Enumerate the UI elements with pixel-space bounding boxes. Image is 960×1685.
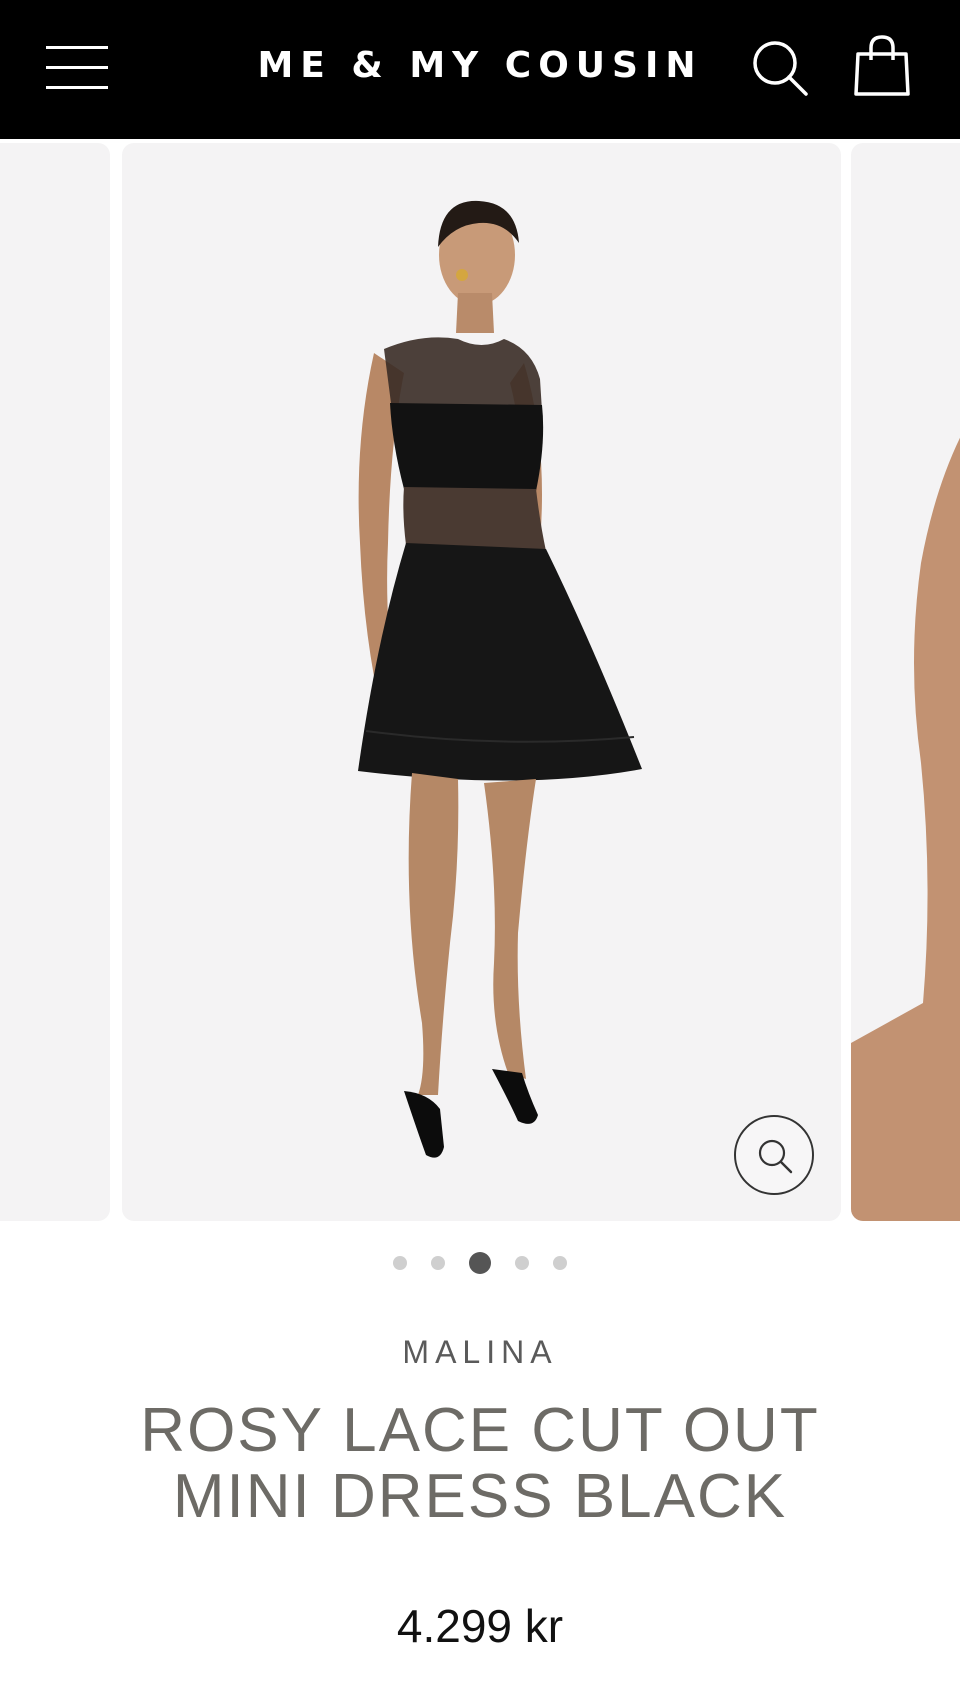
shopping-bag-icon (854, 35, 910, 96)
carousel-dot-4[interactable] (515, 1256, 529, 1270)
carousel-pagination (0, 1252, 960, 1276)
site-header: ME & MY COUSIN (0, 0, 960, 139)
next-image-preview (851, 437, 960, 1221)
search-button[interactable] (750, 38, 810, 98)
next-slide[interactable] (851, 143, 960, 1221)
menu-button[interactable] (46, 44, 110, 92)
previous-slide[interactable] (0, 143, 110, 1221)
search-icon (753, 41, 808, 96)
cart-button[interactable] (852, 34, 912, 98)
product-image[interactable] (122, 143, 841, 1221)
store-logo[interactable]: ME & MY COUSIN (250, 42, 710, 90)
carousel-dot-1[interactable] (393, 1256, 407, 1270)
product-brand[interactable]: MALINA (0, 1332, 960, 1372)
carousel-dot-2[interactable] (431, 1256, 445, 1270)
product-title: ROSY LACE CUT OUT MINI DRESS BLACK (140, 1396, 820, 1531)
product-price: 4.299 kr (396, 1600, 564, 1652)
product-page: ME & MY COUSIN MALINA ROSY LACE CUT OUT … (0, 0, 960, 1685)
carousel-dot-3-active[interactable] (469, 1252, 491, 1274)
zoom-icon (758, 1139, 793, 1174)
product-image-carousel[interactable] (0, 139, 960, 1222)
model-wearing-dress-image (358, 200, 642, 1158)
carousel-dot-5[interactable] (553, 1256, 567, 1270)
zoom-button[interactable] (734, 1115, 814, 1195)
